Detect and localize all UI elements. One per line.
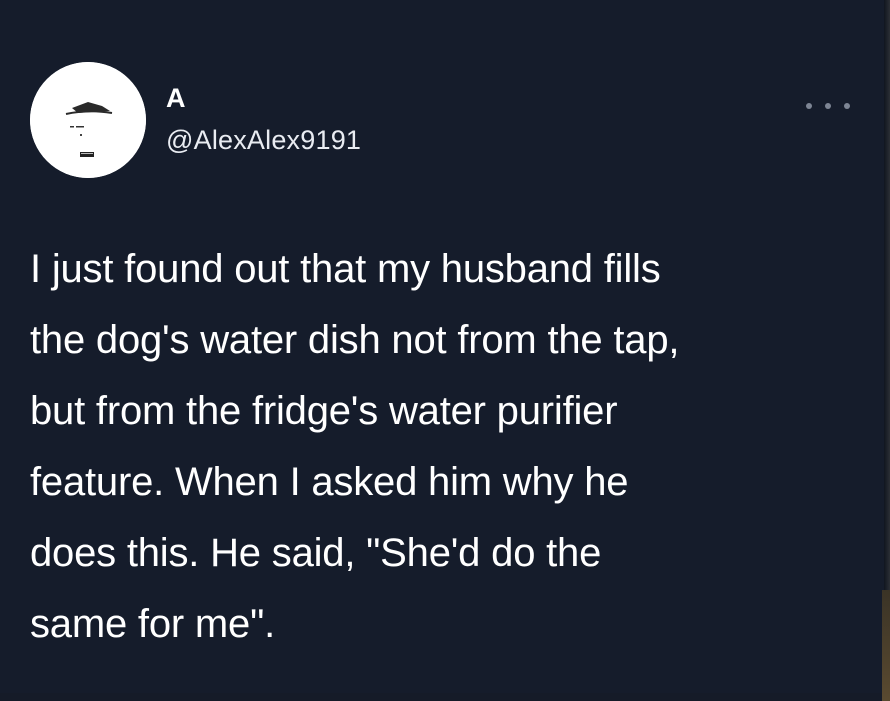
author-display-name[interactable]: A [166, 82, 186, 114]
right-edge-corner [882, 590, 890, 701]
tweet-text: I just found out that my husband fills t… [30, 247, 680, 646]
car-sketch-logo-icon [30, 62, 146, 178]
author-handle[interactable]: @AlexAlex9191 [166, 124, 361, 156]
tweet-card: A @AlexAlex9191 I just found out that my… [0, 0, 884, 693]
avatar[interactable] [30, 62, 146, 178]
more-options-button[interactable] [806, 94, 850, 118]
more-options-icon-dot [825, 103, 831, 109]
more-options-icon [806, 103, 812, 109]
more-options-icon-dot [844, 103, 850, 109]
screenshot-frame: A @AlexAlex9191 I just found out that my… [0, 0, 890, 701]
